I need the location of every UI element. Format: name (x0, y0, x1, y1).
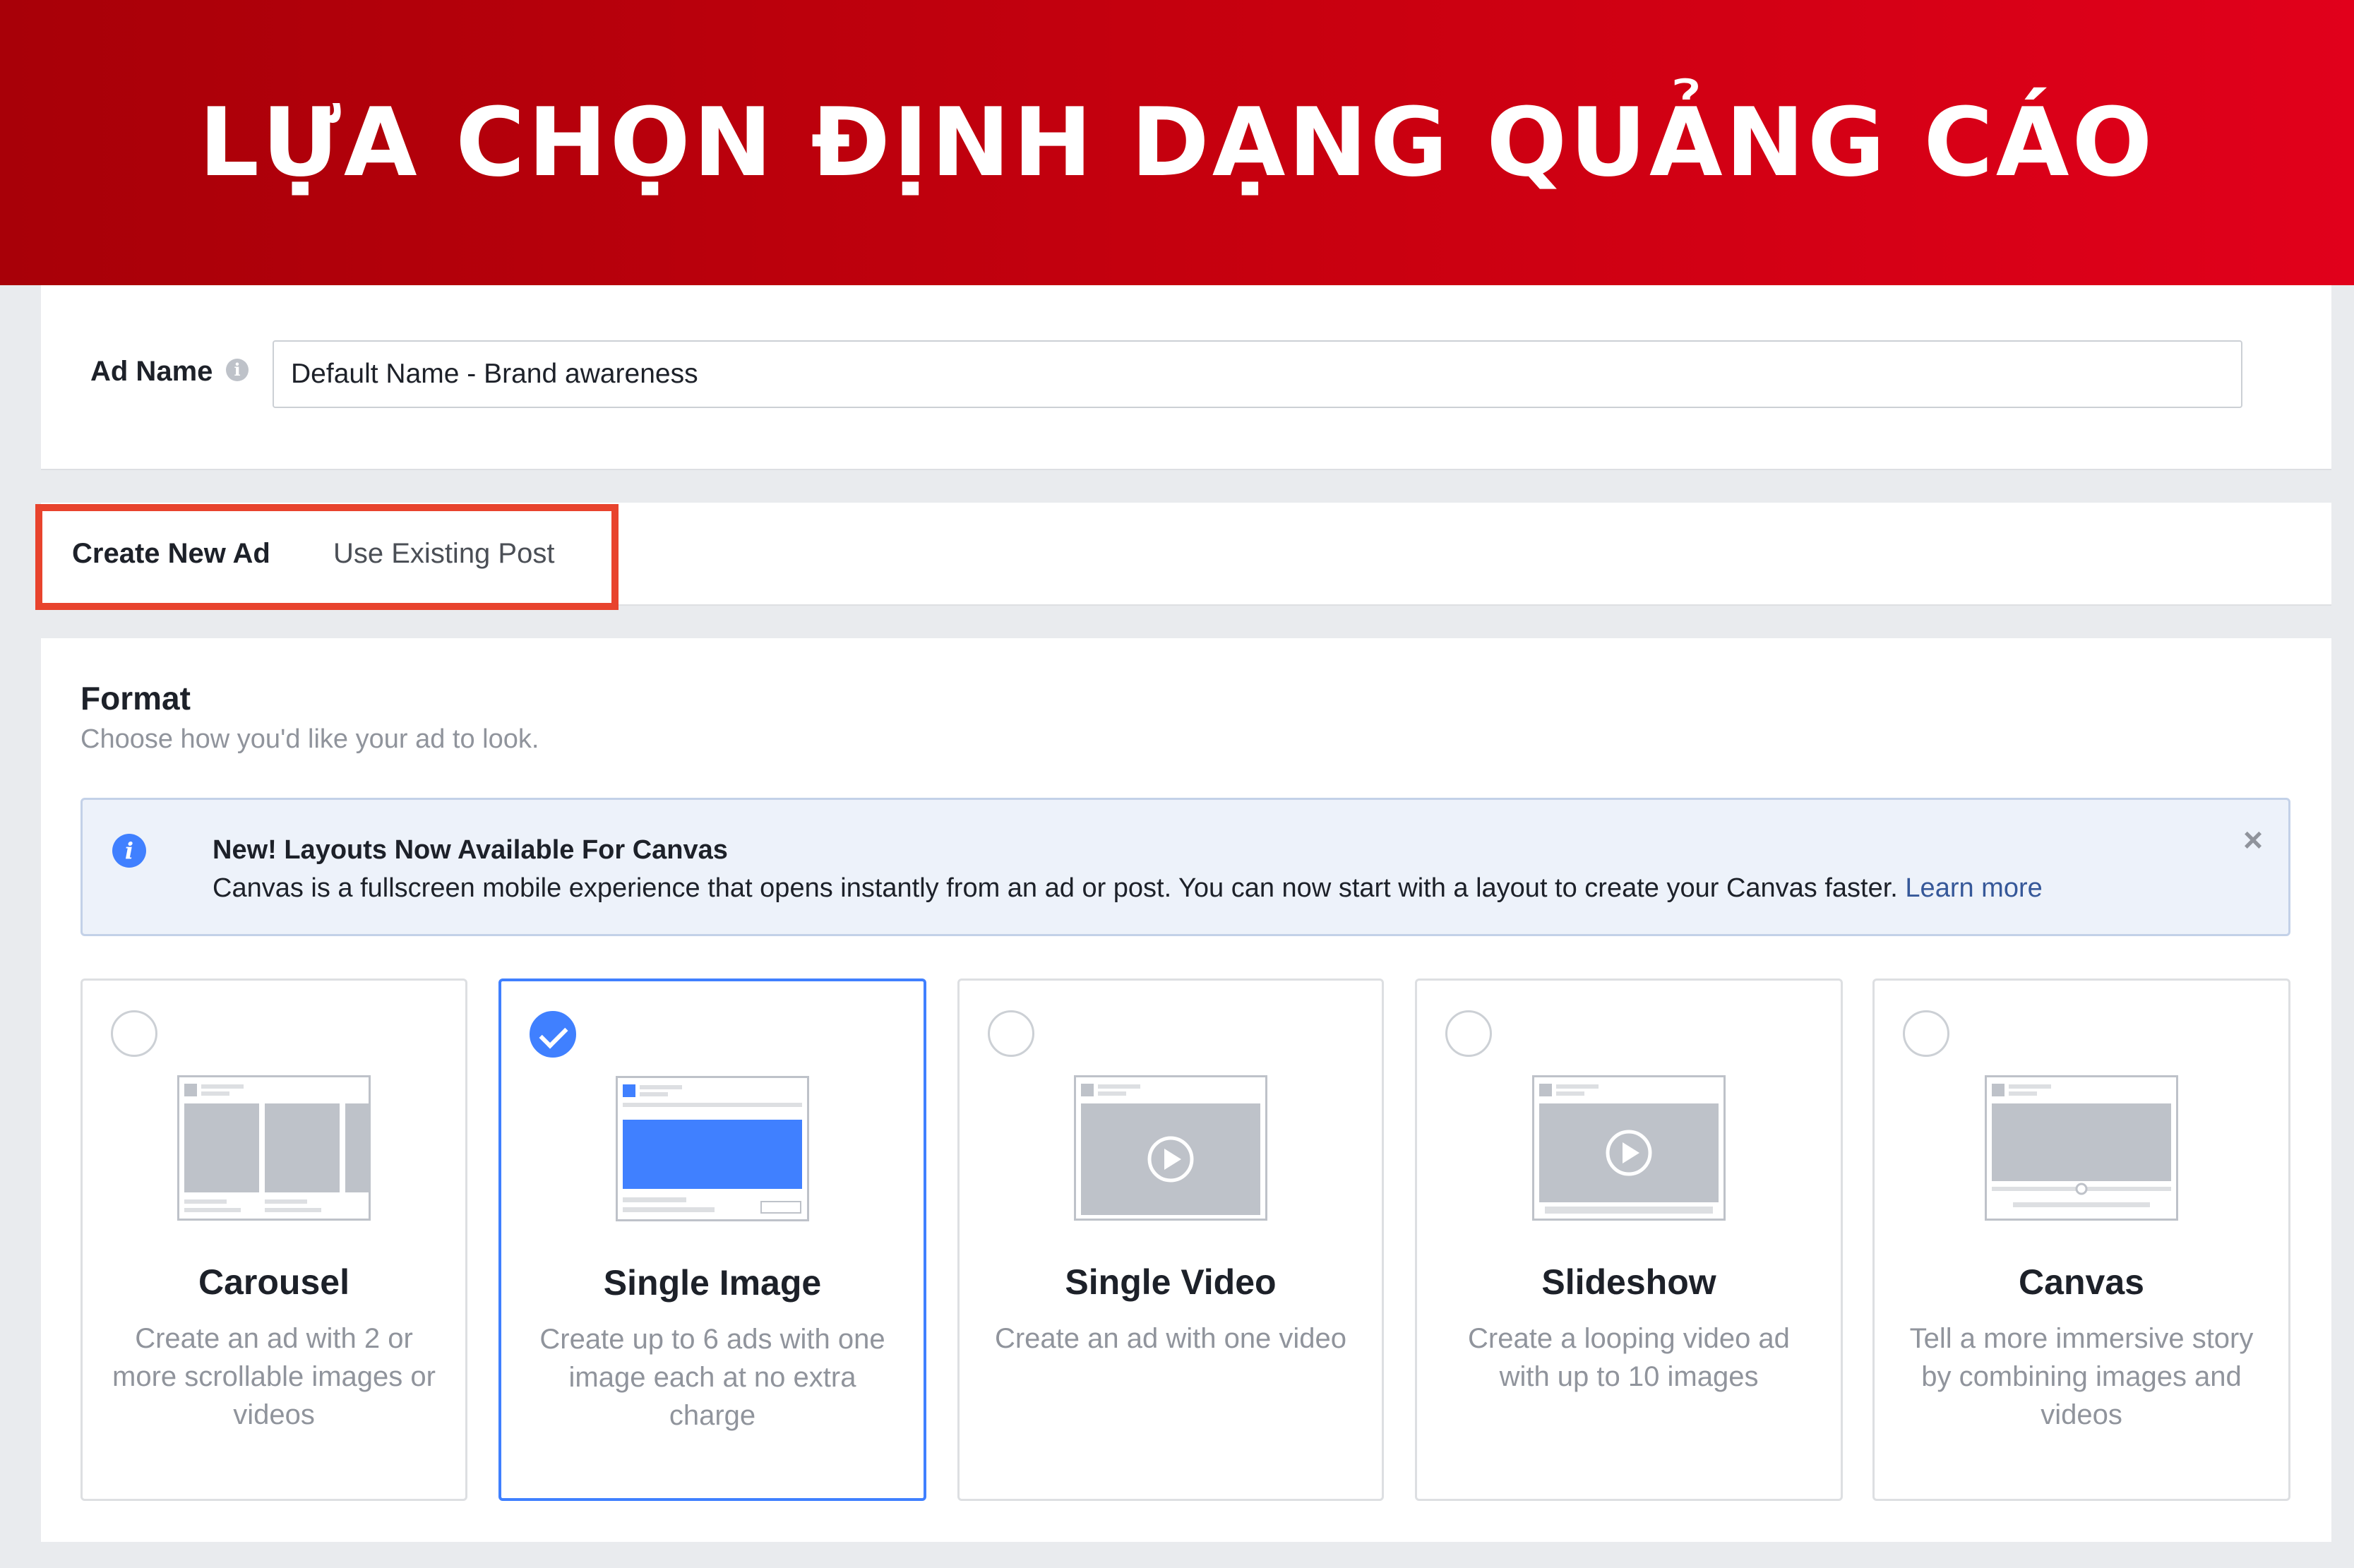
learn-more-link[interactable]: Learn more (1905, 873, 2042, 903)
notice-body: Canvas is a fullscreen mobile experience… (213, 873, 2043, 904)
tabs-highlight-box (35, 504, 619, 610)
option-description: Create a looping video ad with up to 10 … (1468, 1323, 1790, 1392)
option-description: Create up to 6 ads with one image each a… (539, 1324, 885, 1431)
close-icon[interactable]: × (2243, 821, 2263, 860)
format-option-slideshow[interactable]: Slideshow Create a looping video ad with… (1415, 978, 1843, 1501)
radio-button[interactable] (111, 1010, 157, 1057)
single-image-preview-icon (616, 1076, 809, 1221)
option-description: Tell a more immersive story by combining… (1909, 1323, 2254, 1430)
option-title: Canvas (2019, 1262, 2144, 1302)
notice-title: New! Layouts Now Available For Canvas (213, 835, 728, 865)
banner-title: LỰA CHỌN ĐỊNH DẠNG QUẢNG CÁO (198, 88, 2156, 198)
info-icon[interactable]: i (226, 359, 249, 381)
info-icon: i (112, 834, 146, 868)
ad-name-panel: Ad Name i Default Name - Brand awareness (41, 285, 2331, 470)
canvas-notice: i New! Layouts Now Available For Canvas … (80, 798, 2290, 936)
option-title: Single Video (1065, 1262, 1277, 1302)
ad-name-label: Ad Name (90, 356, 213, 387)
option-title: Single Image (603, 1263, 822, 1303)
single-video-preview-icon (1074, 1075, 1267, 1221)
option-description: Create an ad with 2 or more scrollable i… (112, 1323, 436, 1430)
format-panel: Format Choose how you'd like your ad to … (41, 638, 2331, 1542)
option-description: Create an ad with one video (994, 1323, 1347, 1354)
radio-button[interactable] (988, 1010, 1034, 1057)
format-option-carousel[interactable]: Carousel Create an ad with 2 or more scr… (80, 978, 467, 1501)
canvas-preview-icon (1985, 1075, 2178, 1221)
ad-name-input[interactable]: Default Name - Brand awareness (273, 340, 2242, 408)
format-option-single-image[interactable]: Single Image Create up to 6 ads with one… (498, 978, 926, 1501)
format-option-canvas[interactable]: Canvas Tell a more immersive story by co… (1872, 978, 2290, 1501)
header-banner: LỰA CHỌN ĐỊNH DẠNG QUẢNG CÁO (0, 0, 2354, 285)
carousel-preview-icon (177, 1075, 371, 1221)
option-title: Slideshow (1541, 1262, 1716, 1302)
format-title: Format (80, 680, 191, 717)
radio-button-checked[interactable] (530, 1011, 576, 1058)
format-option-single-video[interactable]: Single Video Create an ad with one video (957, 978, 1384, 1501)
radio-button[interactable] (1445, 1010, 1492, 1057)
option-title: Carousel (198, 1262, 349, 1302)
slideshow-preview-icon (1532, 1075, 1726, 1221)
notice-text: Canvas is a fullscreen mobile experience… (213, 873, 1898, 903)
radio-button[interactable] (1903, 1010, 1949, 1057)
format-subtitle: Choose how you'd like your ad to look. (80, 724, 539, 754)
